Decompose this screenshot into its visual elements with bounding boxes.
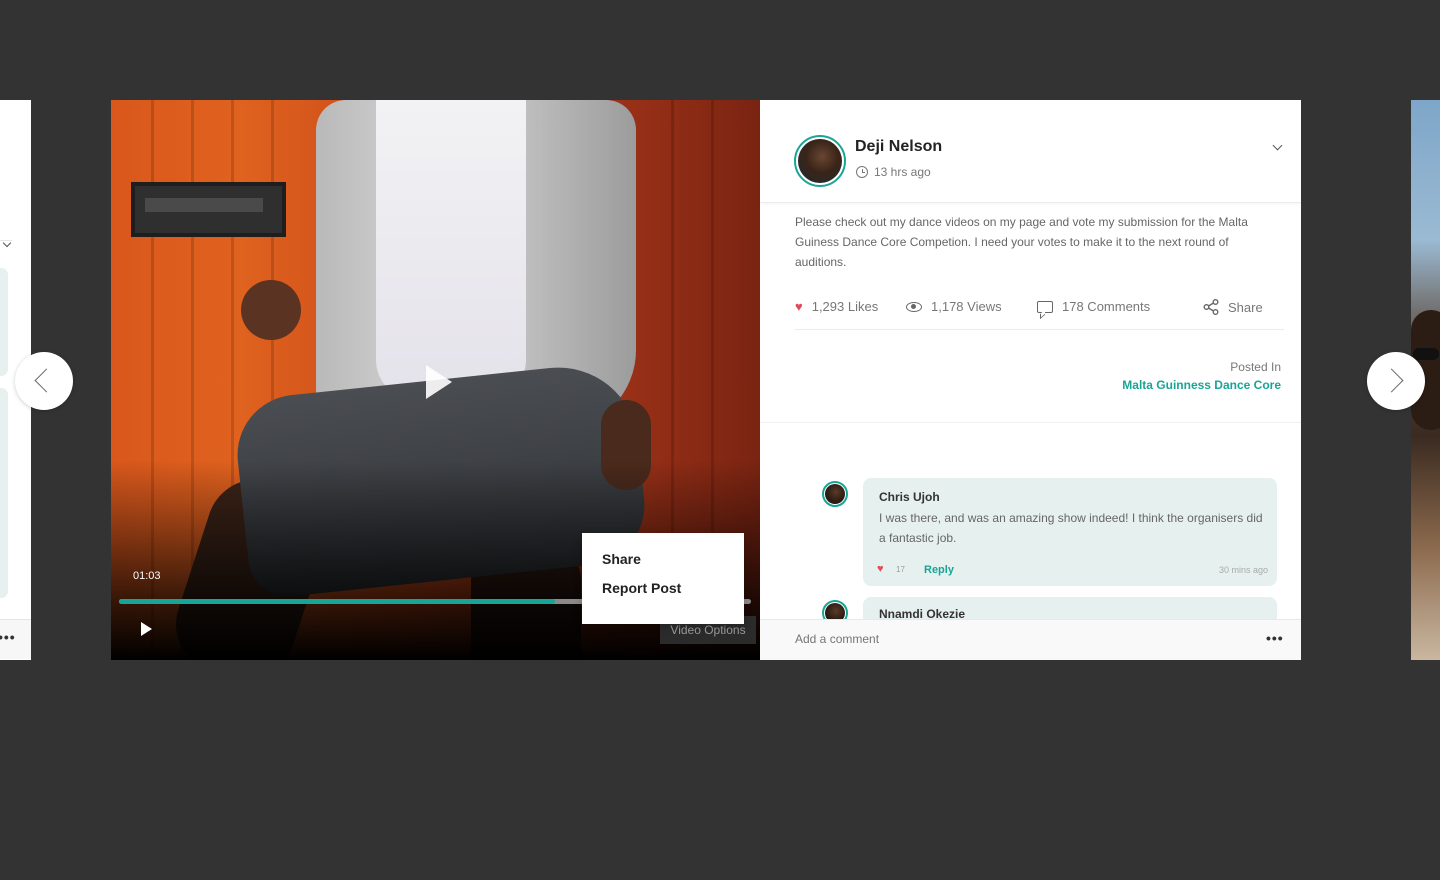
- menu-item-report-post[interactable]: Report Post: [602, 580, 724, 609]
- chevron-right-icon: [1379, 368, 1404, 393]
- mail-slot: [131, 182, 286, 237]
- share-icon: [1203, 299, 1219, 315]
- video-player[interactable]: 01:03 3 Video Options Share Report Post: [111, 100, 760, 660]
- play-icon[interactable]: [426, 365, 452, 399]
- post-description: Please check out my dance videos on my p…: [795, 215, 1248, 269]
- eye-icon: [906, 301, 922, 312]
- chevron-left-icon: [34, 368, 59, 393]
- progress-fill: [119, 599, 556, 604]
- posted-in-label: Posted In: [1230, 360, 1281, 374]
- dancer-hand: [241, 280, 301, 340]
- comment-author[interactable]: Chris Ujoh: [879, 490, 940, 504]
- card-footer: •••: [0, 619, 31, 659]
- dancer-shirt: [376, 100, 526, 400]
- clock-icon: [856, 166, 868, 178]
- heart-icon: ♥: [795, 299, 803, 314]
- comments-count: 178 Comments: [1062, 299, 1151, 314]
- previous-button[interactable]: [15, 352, 73, 410]
- share-label: Share: [1228, 299, 1263, 315]
- reply-button[interactable]: Reply: [924, 564, 954, 576]
- posted-in-group-link[interactable]: Malta Guinness Dance Core: [1060, 378, 1281, 392]
- comment-bubble: [0, 388, 8, 598]
- likes-stat[interactable]: ♥ 1,293 Likes: [795, 299, 878, 314]
- play-icon[interactable]: [141, 622, 152, 636]
- comment-bubble: Chris Ujoh I was there, and was an amazi…: [863, 478, 1277, 586]
- more-dots-icon[interactable]: •••: [0, 629, 16, 645]
- comment-like-count: 17: [896, 565, 905, 574]
- comment-author[interactable]: Nnamdi Okezie: [879, 607, 965, 619]
- comment-icon: [1037, 300, 1053, 313]
- avatar[interactable]: [822, 481, 848, 507]
- views-count: 1,178 Views: [931, 299, 1002, 314]
- photo-detail: [1413, 348, 1439, 360]
- likes-count: 1,293 Likes: [811, 299, 879, 314]
- post-header: Deji Nelson 13 hrs ago: [760, 100, 1301, 203]
- comment-composer: •••: [760, 619, 1301, 660]
- menu-item-share[interactable]: Share: [602, 551, 724, 580]
- comments-list[interactable]: Chris Ujoh I was there, and was an amazi…: [760, 423, 1301, 619]
- next-button[interactable]: [1367, 352, 1425, 410]
- post-stats: ♥ 1,293 Likes 1,178 Views 178 Comments S…: [795, 297, 1284, 330]
- comment-time: 30 mins ago: [1218, 565, 1268, 575]
- heart-icon[interactable]: ♥: [877, 563, 884, 575]
- views-stat[interactable]: 1,178 Views: [906, 299, 1002, 314]
- comment-input[interactable]: [795, 632, 1195, 646]
- current-time: 01:03: [133, 570, 161, 582]
- post-details-panel: Deji Nelson 13 hrs ago Please check out …: [760, 100, 1301, 660]
- author-name[interactable]: Deji Nelson: [855, 138, 942, 156]
- chevron-down-icon[interactable]: [1272, 140, 1283, 151]
- comment-text: I was there, and was an amazing show ind…: [879, 511, 1263, 545]
- post-modal: 01:03 3 Video Options Share Report Post …: [111, 100, 1301, 660]
- share-button[interactable]: Share: [1203, 299, 1263, 315]
- comment-bubble: Nnamdi Okezie: [863, 597, 1277, 619]
- post-time: 13 hrs ago: [874, 165, 931, 179]
- comment-bubble: [0, 268, 8, 376]
- avatar[interactable]: [794, 135, 846, 187]
- options-menu: Share Report Post: [582, 533, 744, 624]
- more-dots-icon[interactable]: •••: [1266, 630, 1284, 646]
- comments-stat[interactable]: 178 Comments: [1037, 299, 1150, 314]
- divider: [0, 240, 12, 241]
- avatar[interactable]: [822, 600, 848, 619]
